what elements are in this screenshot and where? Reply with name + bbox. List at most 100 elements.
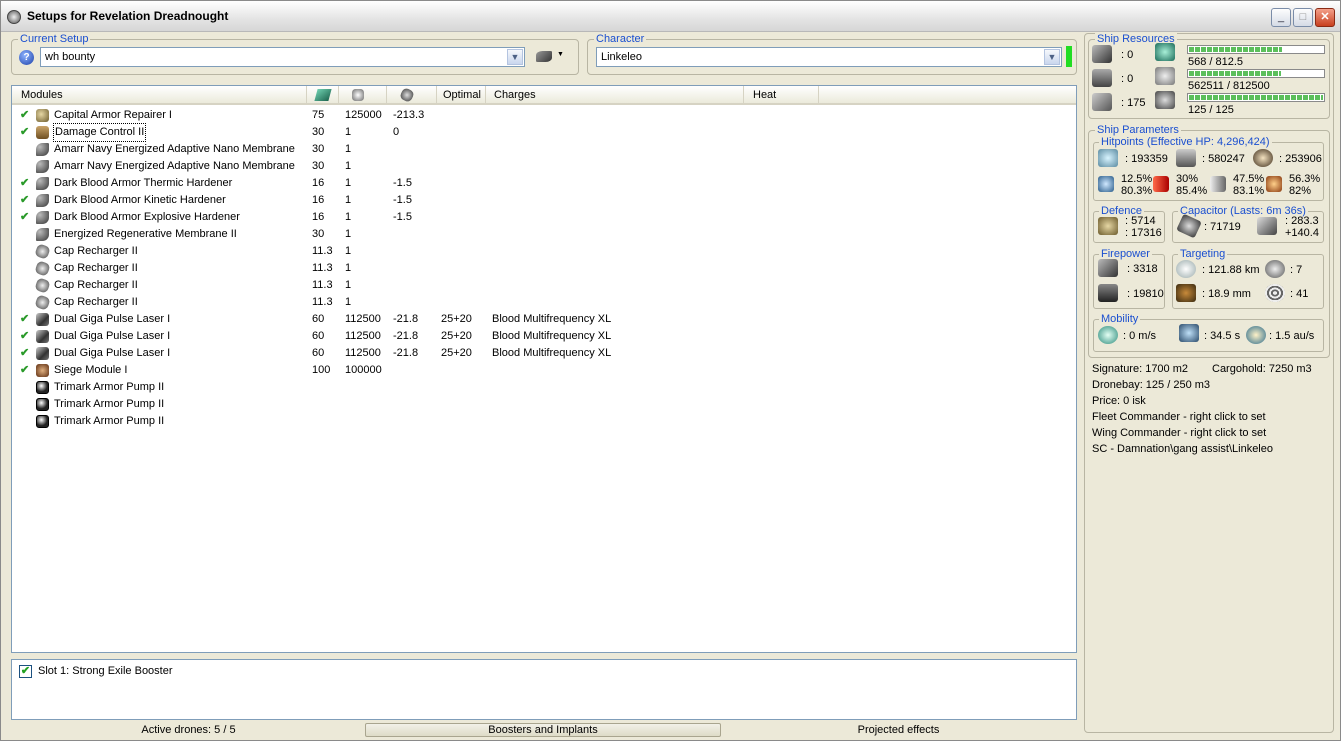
shield-hp-value: : 193359	[1125, 153, 1168, 165]
module-powergrid: 1	[345, 211, 352, 223]
column-heat[interactable]: Heat	[744, 86, 819, 104]
module-row[interactable]: Amarr Navy Energized Adaptive Nano Membr…	[12, 158, 1076, 175]
active-drones-tab[interactable]: Active drones: 5 / 5	[91, 721, 286, 739]
module-row[interactable]: Amarr Navy Energized Adaptive Nano Membr…	[12, 141, 1076, 158]
module-row[interactable]: ✔ Dual Giga Pulse Laser I 60 112500 -21.8 25+…	[12, 345, 1076, 362]
module-row[interactable]: ✔ Siege Module I 100 100000	[12, 362, 1076, 379]
maximize-button[interactable]: □	[1293, 8, 1313, 27]
column-optimal[interactable]: Optimal	[437, 86, 486, 104]
close-button[interactable]: ✕	[1315, 8, 1335, 27]
module-name: Dark Blood Armor Explosive Hardener	[54, 211, 240, 223]
booster-list[interactable]: ✔ Slot 1: Strong Exile Booster	[11, 659, 1077, 720]
online-check-icon[interactable]: ✔	[20, 311, 29, 328]
column-modules[interactable]: Modules	[12, 86, 307, 104]
module-capacitor: -213.3	[393, 109, 425, 121]
column-cpu[interactable]	[307, 86, 339, 104]
targeting-range-value: : 121.88 km	[1202, 264, 1260, 276]
capacitor-value-2: +140.4	[1285, 227, 1319, 239]
scan-resolution-icon	[1265, 284, 1285, 302]
help-icon[interactable]: ?	[19, 50, 34, 65]
cpu-icon	[1155, 43, 1175, 61]
fleet-commander[interactable]: Fleet Commander - right click to set	[1092, 411, 1266, 424]
chevron-down-icon[interactable]: ▼	[507, 49, 523, 65]
module-row[interactable]: ✔ Dual Giga Pulse Laser I 60 112500 -21.8 25+…	[12, 328, 1076, 345]
setup-select[interactable]: wh bounty ▼	[40, 47, 525, 67]
module-row[interactable]: Trimark Armor Pump II	[12, 413, 1076, 430]
minimize-button[interactable]: _	[1271, 8, 1291, 27]
module-row[interactable]: Cap Recharger II 11.3 1	[12, 260, 1076, 277]
module-row[interactable]: ✔ Dark Blood Armor Thermic Hardener 16 1 -1.…	[12, 175, 1076, 192]
character-select[interactable]: Linkeleo ▼	[596, 47, 1062, 67]
kinetic-shield-resist: 47.5%	[1233, 173, 1265, 185]
module-cpu: 30	[312, 143, 325, 155]
module-row[interactable]: Energized Regenerative Membrane II 30 1	[12, 226, 1076, 243]
column-powergrid[interactable]	[339, 86, 387, 104]
module-row[interactable]: ✔ Dark Blood Armor Explosive Hardener 16 1 -…	[12, 209, 1076, 226]
module-name: Siege Module I	[54, 364, 128, 376]
module-row[interactable]: Cap Recharger II 11.3 1	[12, 243, 1076, 260]
online-check-icon[interactable]: ✔	[20, 192, 29, 209]
module-row[interactable]: ✔ Capital Armor Repairer I 75 125000 -213.3	[12, 107, 1076, 124]
online-check-icon[interactable]: ✔	[20, 362, 29, 379]
modules-list[interactable]: Modules Optimal Charges Heat ✔ Capital Ar…	[11, 85, 1077, 653]
module-name: Energized Regenerative Membrane II	[54, 228, 237, 240]
setup-menu-button[interactable]: ▼	[534, 49, 568, 65]
title-bar[interactable]: Setups for Revelation Dreadnought _ □ ✕	[1, 1, 1340, 32]
module-cpu: 11.3	[312, 279, 333, 291]
module-cpu: 30	[312, 126, 325, 138]
chevron-down-icon[interactable]: ▼	[1044, 49, 1060, 65]
max-targets-icon	[1265, 260, 1285, 278]
column-capacitor[interactable]	[387, 86, 437, 104]
armor-membrane-icon	[36, 160, 49, 173]
module-powergrid: 1	[345, 279, 352, 291]
module-powergrid: 1	[345, 126, 352, 138]
module-capacitor: -21.8	[393, 330, 419, 342]
squad-commander[interactable]: SC - Damnation\gang assist\Linkeleo	[1092, 443, 1273, 456]
online-check-icon[interactable]: ✔	[20, 209, 29, 226]
module-powergrid: 112500	[345, 347, 381, 359]
module-cpu: 100	[312, 364, 331, 376]
drone-bandwidth-icon	[1155, 91, 1175, 109]
capacitor-capacity-value: : 71719	[1204, 221, 1241, 233]
module-optimal: 25+20	[441, 330, 472, 342]
online-check-icon[interactable]: ✔	[20, 175, 29, 192]
current-setup-label: Current Setup	[18, 33, 91, 45]
hitpoints-label: Hitpoints (Effective HP: 4,296,424)	[1099, 136, 1272, 148]
wing-commander[interactable]: Wing Commander - right click to set	[1092, 427, 1266, 440]
armor-repairer-icon	[36, 109, 49, 122]
kinetic-resist-icon	[1210, 176, 1226, 192]
boosters-implants-tab[interactable]: Boosters and Implants	[365, 723, 721, 737]
sensor-strength-value: : 18.9 mm	[1202, 288, 1251, 300]
module-row[interactable]: ✔ Dark Blood Armor Kinetic Hardener 16 1 -1.…	[12, 192, 1076, 209]
cap-recharger-icon	[34, 260, 51, 277]
module-row[interactable]: Trimark Armor Pump II	[12, 396, 1076, 413]
module-row[interactable]: ✔ Dual Giga Pulse Laser I 60 112500 -21.8 25+…	[12, 311, 1076, 328]
module-row[interactable]: ✔ Damage Control II 30 1 0	[12, 123, 1076, 142]
cpu-value: 568 / 812.5	[1188, 56, 1244, 68]
projected-effects-tab[interactable]: Projected effects	[801, 721, 996, 739]
online-check-icon[interactable]: ✔	[20, 328, 29, 345]
shield-icon	[1098, 149, 1118, 167]
online-check-icon[interactable]: ✔	[20, 107, 29, 124]
module-powergrid: 1	[345, 177, 352, 189]
defence-value-2: : 17316	[1125, 227, 1162, 239]
em-armor-resist: 80.3%	[1121, 185, 1153, 197]
launcher-hardpoint-icon	[1092, 69, 1112, 87]
online-check-icon[interactable]: ✔	[20, 124, 29, 141]
module-capacitor: 0	[393, 126, 400, 138]
online-check-icon[interactable]: ✔	[20, 345, 29, 362]
explosive-resist-icon	[1266, 176, 1282, 192]
align-time-value: : 34.5 s	[1204, 330, 1241, 342]
cap-recharger-icon	[34, 277, 51, 294]
module-name: Cap Recharger II	[54, 262, 138, 274]
cpu-icon	[314, 89, 332, 101]
module-name: Trimark Armor Pump II	[54, 381, 165, 393]
module-row[interactable]: Cap Recharger II 11.3 1	[12, 277, 1076, 294]
ship-parameters-label: Ship Parameters	[1095, 124, 1181, 136]
booster-checkbox[interactable]: ✔	[19, 665, 32, 678]
module-row[interactable]: Cap Recharger II 11.3 1	[12, 294, 1076, 311]
column-charges[interactable]: Charges	[486, 86, 744, 104]
speed-icon	[1098, 326, 1118, 344]
armor-hardener-icon	[36, 194, 49, 207]
module-row[interactable]: Trimark Armor Pump II	[12, 379, 1076, 396]
